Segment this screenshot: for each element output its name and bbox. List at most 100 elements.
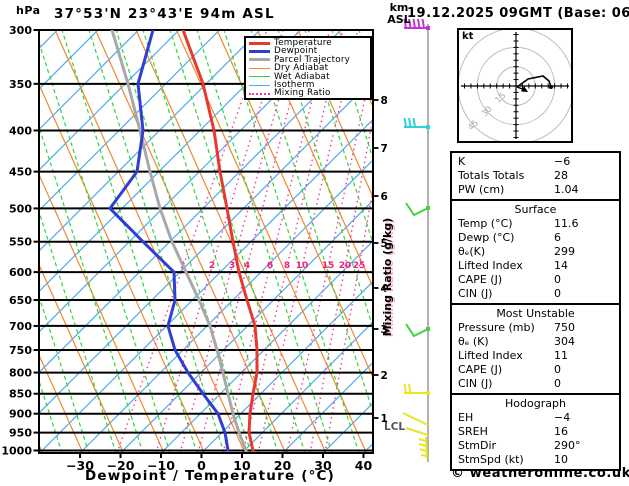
svg-text:3: 3 xyxy=(229,261,235,271)
legend: Temperature Dewpoint Parcel Trajectory Dry … xyxy=(244,36,372,100)
wind-barb xyxy=(403,117,430,129)
wind-barb xyxy=(405,323,430,338)
svg-text:450: 450 xyxy=(9,166,32,179)
hodograph-unit-label: kt xyxy=(462,31,474,42)
legend-swatch-wet-adiabat xyxy=(249,76,270,78)
table-row: SREH 16 xyxy=(452,425,619,439)
wind-barb xyxy=(403,383,430,395)
legend-swatch-mixing-ratio xyxy=(249,92,270,95)
table-row: K −6 xyxy=(452,155,619,169)
sounding-curves xyxy=(108,30,259,452)
date-title: 19.12.2025 09GMT (Base: 06) xyxy=(407,6,629,21)
svg-text:700: 700 xyxy=(9,320,32,333)
table-row-value: 14 xyxy=(554,259,568,272)
table-row-label: K xyxy=(458,155,466,168)
table-row-value: 0 xyxy=(554,363,561,376)
altitude-unit-label: km ASL xyxy=(383,2,415,26)
svg-text:1000: 1000 xyxy=(1,445,32,458)
svg-text:350: 350 xyxy=(9,78,32,91)
wind-barb xyxy=(418,436,428,459)
svg-text:2: 2 xyxy=(381,370,388,382)
table-row-value: 304 xyxy=(554,335,575,348)
svg-text:400: 400 xyxy=(9,124,32,137)
table-row-value: 750 xyxy=(554,321,575,334)
table-row-label: EH xyxy=(458,411,474,424)
svg-text:25: 25 xyxy=(353,261,366,271)
table-row: Temp (°C) 11.6 xyxy=(452,217,619,231)
svg-text:7: 7 xyxy=(381,143,388,155)
table-section-hodograph: Hodograph EH −4 SREH 16 StmDir 290° StmSpd (kt)… xyxy=(452,393,619,469)
table-row-label: Temp (°C) xyxy=(458,217,513,230)
legend-label: Mixing Ratio xyxy=(274,88,331,99)
table-row-label: Lifted Index xyxy=(458,349,523,362)
legend-item: Mixing Ratio xyxy=(249,88,370,99)
hodograph-panel: 15 30 45 kt xyxy=(457,27,575,145)
table-row-label: StmSpd (kt) xyxy=(458,453,524,466)
table-row-value: 11 xyxy=(554,349,568,362)
legend-swatch-isotherm xyxy=(249,84,270,86)
svg-text:4: 4 xyxy=(244,261,250,271)
table-section-most-unstable: Most Unstable Pressure (mb) 750 θₑ (K) 304 Li… xyxy=(452,303,619,393)
svg-text:10: 10 xyxy=(296,261,309,271)
wind-barb-column xyxy=(402,18,430,462)
svg-text:600: 600 xyxy=(9,266,32,279)
table-row-value: 28 xyxy=(554,169,568,182)
svg-text:15: 15 xyxy=(494,91,509,106)
table-row: EH −4 xyxy=(452,411,619,425)
x-axis-title: Dewpoint / Temperature (°C) xyxy=(85,468,335,484)
svg-text:20: 20 xyxy=(339,261,352,271)
table-row-label: Lifted Index xyxy=(458,259,523,272)
table-row-value: 6 xyxy=(554,231,561,244)
table-row: Pressure (mb) 750 xyxy=(452,321,619,335)
table-row-value: 0 xyxy=(554,273,561,286)
svg-text:750: 750 xyxy=(9,344,32,357)
svg-text:550: 550 xyxy=(9,236,32,249)
station-title: 37°53'N 23°43'E 94m ASL xyxy=(54,6,275,22)
table-row-label: Dewp (°C) xyxy=(458,231,515,244)
table-row-value: 16 xyxy=(554,425,568,438)
table-row-value: 10 xyxy=(554,453,568,466)
svg-text:650: 650 xyxy=(9,294,32,307)
table-row-value: 0 xyxy=(554,287,561,300)
mixing-ratio-axis-label: Mixing Ratio (g/kg) xyxy=(381,218,394,337)
svg-text:950: 950 xyxy=(9,427,32,440)
table-row-value: 290° xyxy=(554,439,581,452)
table-row-label: CAPE (J) xyxy=(458,273,503,286)
table-row-label: CIN (J) xyxy=(458,287,493,300)
svg-text:15: 15 xyxy=(322,261,335,271)
table-row-label: CAPE (J) xyxy=(458,363,503,376)
table-row: θₑ(K) 299 xyxy=(452,245,619,259)
svg-text:500: 500 xyxy=(9,202,32,215)
hodograph-plot: 153045 xyxy=(457,27,575,145)
table-row-label: PW (cm) xyxy=(458,183,505,196)
table-row-value: −4 xyxy=(554,411,571,424)
table-row: CAPE (J) 0 xyxy=(452,363,619,377)
table-row-label: StmDir xyxy=(458,439,497,452)
table-row: θₑ (K) 304 xyxy=(452,335,619,349)
table-section: K −6 Totals Totals 28 PW (cm) 1.04 xyxy=(452,153,619,199)
table-section-header: Hodograph xyxy=(505,397,566,410)
table-row: CIN (J) 0 xyxy=(452,377,619,391)
lcl-label: LCL xyxy=(384,421,405,433)
table-row-label: θₑ(K) xyxy=(458,245,486,258)
table-row: StmDir 290° xyxy=(452,439,619,453)
svg-text:800: 800 xyxy=(9,367,32,380)
table-row: CAPE (J) 0 xyxy=(452,273,619,287)
table-row: Lifted Index 11 xyxy=(452,349,619,363)
table-section-header: Most Unstable xyxy=(496,307,575,320)
table-row-value: 11.6 xyxy=(554,217,579,230)
svg-text:900: 900 xyxy=(9,408,32,421)
svg-text:8: 8 xyxy=(284,261,290,271)
wind-barb xyxy=(405,202,430,217)
svg-text:6: 6 xyxy=(381,191,388,203)
table-row: PW (cm) 1.04 xyxy=(452,183,619,197)
table-row: Dewp (°C) 6 xyxy=(452,231,619,245)
table-section-surface: Surface Temp (°C) 11.6 Dewp (°C) 6 θₑ(K) 299 Li… xyxy=(452,199,619,303)
table-row: StmSpd (kt) 10 xyxy=(452,453,619,467)
table-row-label: Pressure (mb) xyxy=(458,321,535,334)
table-row-label: SREH xyxy=(458,425,488,438)
table-row: Lifted Index 14 xyxy=(452,259,619,273)
altitude-unit-asl: ASL xyxy=(387,13,411,26)
indices-table: K −6 Totals Totals 28 PW (cm) 1.04 Surface Temp… xyxy=(450,151,621,471)
table-row: Totals Totals 28 xyxy=(452,169,619,183)
